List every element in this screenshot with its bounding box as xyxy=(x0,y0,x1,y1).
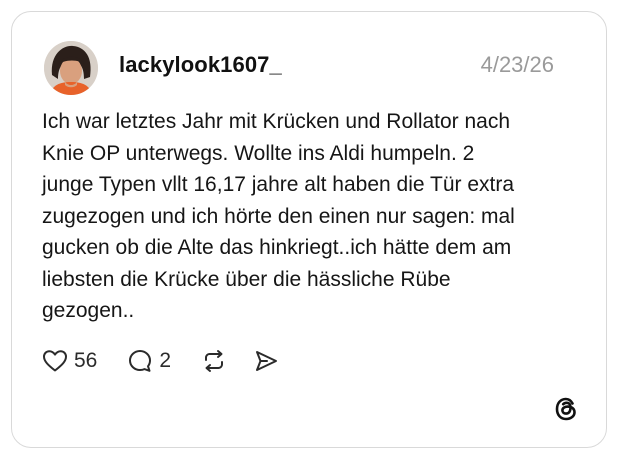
send-icon xyxy=(256,351,278,371)
post-text: Ich war letztes Jahr mit Krücken und Rol… xyxy=(42,110,515,322)
heart-icon xyxy=(43,350,67,372)
action-bar: 56 2 xyxy=(42,346,279,376)
post-date: 4/23/26 xyxy=(480,52,554,77)
repost-button[interactable] xyxy=(201,348,227,374)
avatar-image xyxy=(44,41,98,95)
username[interactable]: lackylook1607_ xyxy=(119,52,282,78)
comment-icon xyxy=(129,350,152,372)
threads-logo-icon xyxy=(552,395,580,423)
like-button[interactable]: 56 xyxy=(42,349,97,373)
reply-button[interactable]: 2 xyxy=(127,348,171,374)
share-button[interactable] xyxy=(253,348,279,374)
repost-icon xyxy=(205,350,224,372)
avatar[interactable] xyxy=(44,41,98,95)
like-count: 56 xyxy=(74,349,98,372)
reply-count: 2 xyxy=(159,349,172,372)
post-card: lackylook1607_ 4/23/26 Ich war letztes J… xyxy=(11,11,607,448)
